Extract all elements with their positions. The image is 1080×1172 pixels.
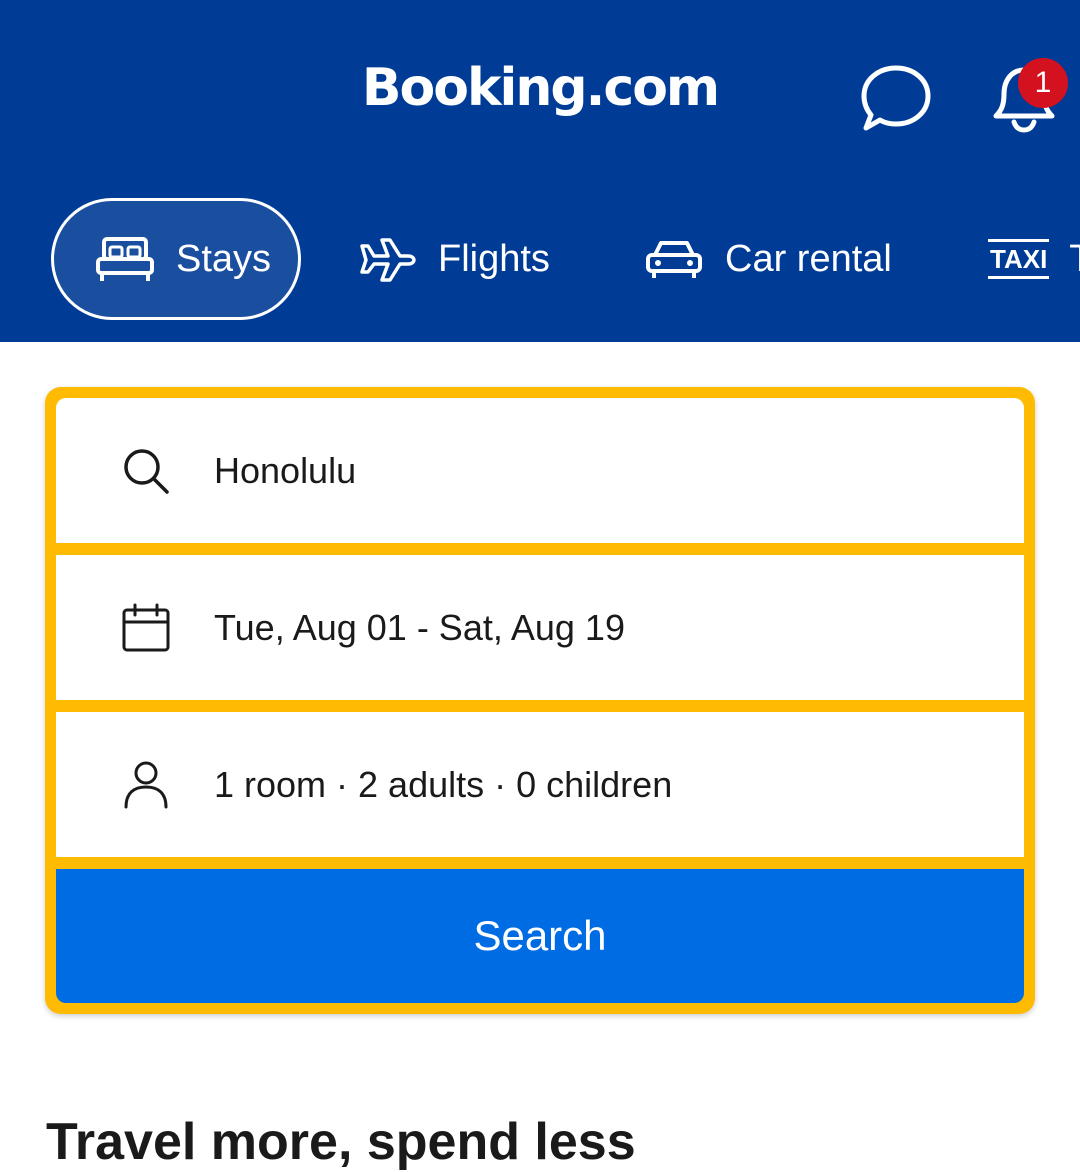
destination-value: Honolulu bbox=[214, 449, 357, 491]
bed-icon bbox=[96, 237, 154, 281]
dates-value: Tue, Aug 01 - Sat, Aug 19 bbox=[214, 606, 625, 648]
search-icon bbox=[124, 448, 169, 494]
notification-badge: 1 bbox=[1018, 58, 1068, 108]
app-header: Booking.com 1 Stays Flights Car rental T… bbox=[0, 0, 1080, 342]
search-box: Honolulu Tue, Aug 01 - Sat, Aug 19 1 roo… bbox=[45, 387, 1035, 1014]
tab-taxi-label: T bbox=[1069, 238, 1080, 281]
dates-field[interactable]: Tue, Aug 01 - Sat, Aug 19 bbox=[56, 555, 1024, 700]
guests-field[interactable]: 1 room · 2 adults · 0 children bbox=[56, 712, 1024, 857]
section-title: Travel more, spend less bbox=[46, 1113, 636, 1171]
calendar-icon bbox=[122, 603, 170, 651]
taxi-icon: TAXI bbox=[988, 239, 1050, 279]
destination-field[interactable]: Honolulu bbox=[56, 398, 1024, 543]
product-tabs: Stays Flights Car rental TAXI T bbox=[0, 198, 1080, 320]
tab-stays-label: Stays bbox=[176, 237, 272, 280]
chat-button[interactable] bbox=[858, 60, 934, 136]
tab-flights[interactable]: Flights bbox=[358, 198, 550, 320]
taxi-icon-text: TAXI bbox=[990, 244, 1048, 274]
tab-taxi[interactable]: TAXI T bbox=[988, 198, 1080, 320]
person-icon bbox=[124, 761, 168, 808]
search-button[interactable]: Search bbox=[56, 869, 1024, 1003]
guests-value: 1 room · 2 adults · 0 children bbox=[214, 763, 673, 805]
chat-icon bbox=[861, 65, 931, 131]
tab-stays[interactable]: Stays bbox=[51, 198, 301, 320]
tab-car-rental[interactable]: Car rental bbox=[645, 198, 892, 320]
plane-icon bbox=[360, 238, 416, 282]
tab-flights-label: Flights bbox=[438, 237, 550, 280]
tab-car-rental-label: Car rental bbox=[725, 237, 892, 280]
car-icon bbox=[646, 241, 702, 278]
